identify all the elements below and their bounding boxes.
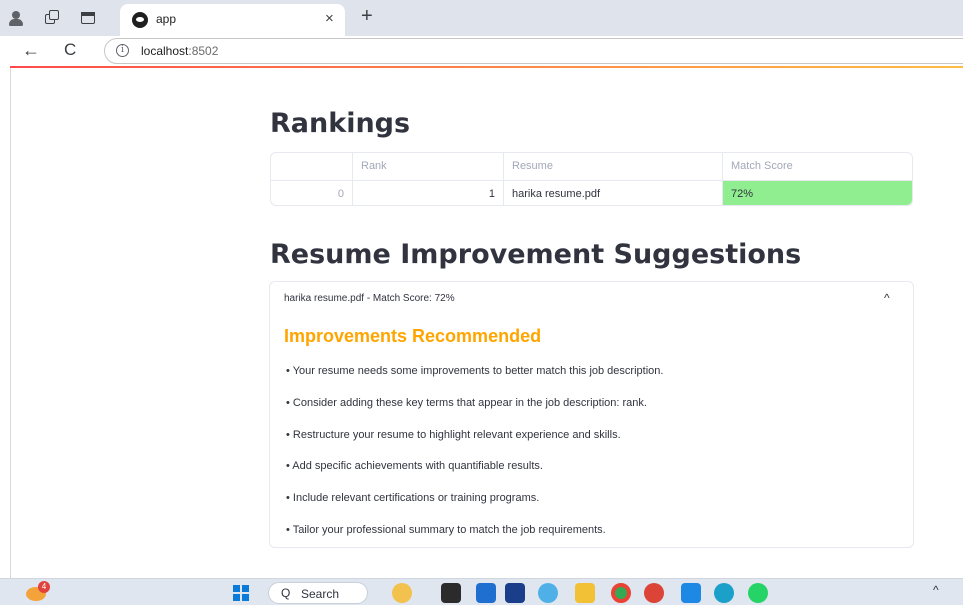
column-header-resume[interactable]: Resume (504, 153, 723, 180)
list-item: • Restructure your resume to highlight r… (286, 428, 621, 441)
taskbar-search-input[interactable]: Q Search (268, 582, 368, 604)
browser-tab-bar: app × + (0, 0, 963, 36)
match-score-cell[interactable]: 72% (723, 181, 912, 205)
edge-icon[interactable] (714, 583, 734, 603)
tray-chevron-up-icon[interactable]: ^ (933, 583, 939, 597)
expander-label[interactable]: harika resume.pdf - Match Score: 72% (284, 293, 455, 304)
site-info-icon[interactable]: i (116, 44, 129, 57)
column-header-rank[interactable]: Rank (353, 153, 504, 180)
new-tab-icon[interactable]: + (361, 6, 373, 26)
back-icon[interactable]: ← (22, 40, 40, 61)
list-item: • Consider adding these key terms that a… (286, 396, 647, 409)
search-label: Search (301, 587, 340, 601)
list-item: • Add specific achievements with quantif… (286, 460, 543, 473)
notification-badge: 4 (38, 581, 50, 593)
suggestion-list: • Your resume needs some improvements to… (286, 364, 896, 555)
column-header-index[interactable] (271, 153, 353, 180)
tab-actions-icon[interactable] (80, 10, 96, 26)
suggestions-heading: Resume Improvement Suggestions (270, 239, 802, 270)
improvements-title: Improvements Recommended (284, 326, 542, 346)
table-row: 0 1 harika resume.pdf 72% (271, 180, 912, 205)
collections-icon[interactable] (44, 10, 60, 26)
tab-close-icon[interactable]: × (325, 10, 334, 27)
url-input[interactable]: i localhost:8502 (104, 38, 963, 64)
taskbar: 4 Q Search ^ (0, 578, 963, 605)
rankings-heading: Rankings (270, 108, 411, 139)
profile-icon[interactable] (8, 10, 24, 26)
whatsapp-icon[interactable] (748, 583, 768, 603)
chevron-up-icon[interactable]: ^ (884, 291, 890, 305)
dropbox-icon[interactable] (505, 583, 525, 603)
list-item: • Tailor your professional summary to ma… (286, 523, 606, 536)
explorer-icon[interactable] (441, 583, 461, 603)
start-icon[interactable] (233, 585, 249, 601)
weather-icon[interactable] (392, 583, 412, 603)
reload-icon[interactable]: C (64, 40, 76, 60)
address-bar-row: ← C i localhost:8502 (0, 36, 963, 66)
streamlit-favicon-icon (132, 12, 148, 28)
list-item: • Your resume needs some improvements to… (286, 365, 664, 377)
list-item: • Include relevant certifications or tra… (286, 492, 540, 505)
store-icon[interactable] (476, 583, 496, 603)
row-index[interactable]: 0 (271, 181, 353, 205)
vscode-icon[interactable] (681, 583, 701, 603)
tab-title: app (156, 12, 177, 26)
search-icon: Q (281, 586, 291, 600)
chrome-profile-icon[interactable] (644, 583, 664, 603)
rankings-table: Rank Resume Match Score 0 1 harika resum… (270, 152, 913, 206)
photos-icon[interactable] (538, 583, 558, 603)
table-header-row: Rank Resume Match Score (271, 153, 912, 180)
resume-cell[interactable]: harika resume.pdf (504, 181, 723, 205)
widgets-icon[interactable]: 4 (26, 581, 50, 603)
chrome-icon[interactable] (611, 583, 631, 603)
browser-tab[interactable]: app × (120, 4, 345, 36)
url-text: localhost:8502 (141, 44, 219, 58)
rank-cell[interactable]: 1 (353, 181, 504, 205)
files-icon[interactable] (575, 583, 595, 603)
column-header-match-score[interactable]: Match Score (723, 153, 912, 180)
suggestions-expander: harika resume.pdf - Match Score: 72% ^ I… (269, 281, 914, 548)
